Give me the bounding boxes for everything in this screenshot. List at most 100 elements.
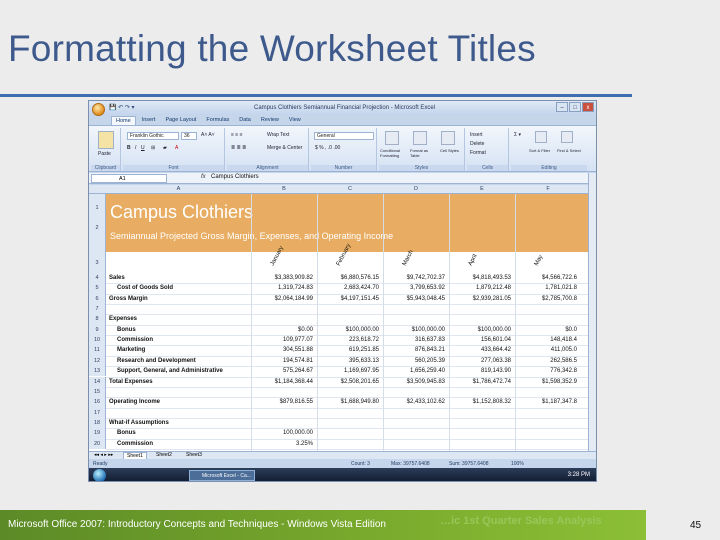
table-cell[interactable]: $9,742,702.37 [381,275,445,281]
row-label[interactable]: Expenses [109,316,137,322]
table-cell[interactable]: 395,633.13 [315,358,379,364]
table-cell[interactable]: $3,509,945.83 [381,379,445,385]
table-cell[interactable]: 2,683,424.70 [315,285,379,291]
table-cell[interactable]: $1,152,808.32 [447,399,511,405]
vertical-scrollbar[interactable] [588,173,596,453]
table-cell[interactable]: $1,786,472.74 [447,379,511,385]
row-header-7[interactable]: 7 [89,304,106,315]
table-cell[interactable]: $879,816.55 [249,399,313,405]
table-cell[interactable]: 1,319,724.83 [249,285,313,291]
table-cell[interactable]: $6,880,576.15 [315,275,379,281]
tab-data[interactable]: Data [235,116,255,125]
table-cell[interactable]: 560,205.39 [381,358,445,364]
table-cell[interactable]: $4,566,722.6 [513,275,577,281]
table-cell[interactable]: $2,785,700.8 [513,296,577,302]
table-cell[interactable]: $100,000.00 [315,327,379,333]
month-march[interactable]: March [402,249,415,267]
row-header-11[interactable]: 11 [89,345,106,356]
row-header-3[interactable]: 3 [89,235,106,273]
fx-icon[interactable]: fx [201,174,206,180]
table-cell[interactable]: $5,943,048.45 [381,296,445,302]
row-header-10[interactable]: 10 [89,335,106,346]
table-cell[interactable]: $100,000.00 [381,327,445,333]
column-header-a[interactable]: A [106,186,251,192]
row-header-1[interactable]: 1 [89,194,106,222]
row-header-16[interactable]: 16 [89,397,106,408]
table-cell[interactable]: $2,508,201.65 [315,379,379,385]
minimize-button[interactable]: – [556,102,568,112]
row-header-12[interactable]: 12 [89,355,106,367]
row-header-6[interactable]: 6 [89,293,106,305]
table-cell[interactable]: 148,418.4 [513,337,577,343]
worksheet-title[interactable]: Campus Clothiers [110,202,253,223]
row-header-18[interactable]: 18 [89,417,106,429]
align-lr-icon[interactable]: ≣ ≣ ≣ [231,145,246,152]
row-header-9[interactable]: 9 [89,324,106,336]
row-label[interactable]: Commission [117,337,153,343]
row-label[interactable]: Operating Income [109,399,160,405]
table-cell[interactable]: 575,264.67 [249,368,313,374]
table-cell[interactable]: 304,551.88 [249,347,313,353]
column-header-d[interactable]: D [383,186,449,192]
table-cell[interactable]: $0.0 [513,327,577,333]
row-label[interactable]: Support, General, and Administrative [117,368,223,374]
table-cell[interactable]: 3,799,653.92 [381,285,445,291]
row-header-14[interactable]: 14 [89,376,106,387]
currency-icon[interactable]: $ % , .0 .00 [315,145,340,152]
table-cell[interactable]: 411,005.0 [513,347,577,353]
table-cell[interactable]: 156,601.04 [447,337,511,343]
table-cell[interactable]: 194,574.81 [249,358,313,364]
sheet-tab-3[interactable]: Sheet3 [183,452,205,458]
row-label[interactable]: Research and Development [117,358,196,364]
row-label[interactable]: Sales [109,275,125,281]
table-cell[interactable]: $1,688,949.80 [315,399,379,405]
table-cell[interactable]: 3.25% [249,441,313,447]
format-cells-button[interactable]: Format [470,150,486,157]
close-button[interactable]: x [582,102,594,112]
table-cell[interactable]: 1,169,697.95 [315,368,379,374]
tab-view[interactable]: View [285,116,305,125]
month-may[interactable]: May [534,254,545,267]
taskbar-excel-item[interactable]: Microsoft Excel - Ca... [189,470,255,481]
column-header-e[interactable]: E [449,186,515,192]
delete-cells-button[interactable]: Delete [470,141,484,148]
row-header-19[interactable]: 19 [89,428,106,439]
sort-filter-icon[interactable] [535,131,547,143]
table-cell[interactable]: 1,879,212.48 [447,285,511,291]
table-cell[interactable]: $1,187,347.8 [513,399,577,405]
row-header-17[interactable]: 17 [89,407,106,418]
table-cell[interactable]: $0.00 [249,327,313,333]
column-header-b[interactable]: B [251,186,317,192]
find-select-button[interactable]: Find & Select [557,148,581,155]
row-label[interactable]: Marketing [117,347,145,353]
wrap-text-button[interactable]: Wrap Text [267,132,289,139]
start-button-icon[interactable] [93,469,106,481]
quick-access-toolbar[interactable]: 💾 ↶ ↷ ▾ [109,104,135,111]
office-button[interactable] [92,103,105,116]
table-cell[interactable]: 316,637.83 [381,337,445,343]
row-label[interactable]: Cost of Goods Sold [117,285,173,291]
conditional-formatting-icon[interactable] [385,131,399,145]
tab-insert[interactable]: Insert [138,116,160,125]
grow-font-icon[interactable]: A˄ A˅ [201,132,215,139]
table-cell[interactable]: $2,939,281.05 [447,296,511,302]
table-cell[interactable]: $1,184,368.44 [249,379,313,385]
table-cell[interactable]: 109,977.07 [249,337,313,343]
worksheet-grid[interactable]: A B C D E F Campus Clothiers Semiannual … [89,185,596,451]
tab-page-layout[interactable]: Page Layout [161,116,200,125]
tab-home[interactable]: Home [111,116,136,125]
row-label[interactable]: Gross Margin [109,296,148,302]
fill-color-icon[interactable]: ▰ [163,145,167,152]
table-cell[interactable]: 100,000.00 [249,430,313,436]
insert-cells-button[interactable]: Insert [470,132,483,139]
row-label[interactable]: Total Expenses [109,379,153,385]
table-cell[interactable]: $4,818,493.53 [447,275,511,281]
font-color-icon[interactable]: A [175,145,178,152]
table-cell[interactable]: 1,656,259.40 [381,368,445,374]
font-size-combo[interactable]: 36 [181,132,197,140]
row-header-2[interactable]: 2 [89,222,106,235]
table-cell[interactable]: 433,664.42 [447,347,511,353]
table-cell[interactable]: $100,000.00 [447,327,511,333]
cell-styles-icon[interactable] [441,131,455,145]
month-april[interactable]: April [468,254,479,267]
